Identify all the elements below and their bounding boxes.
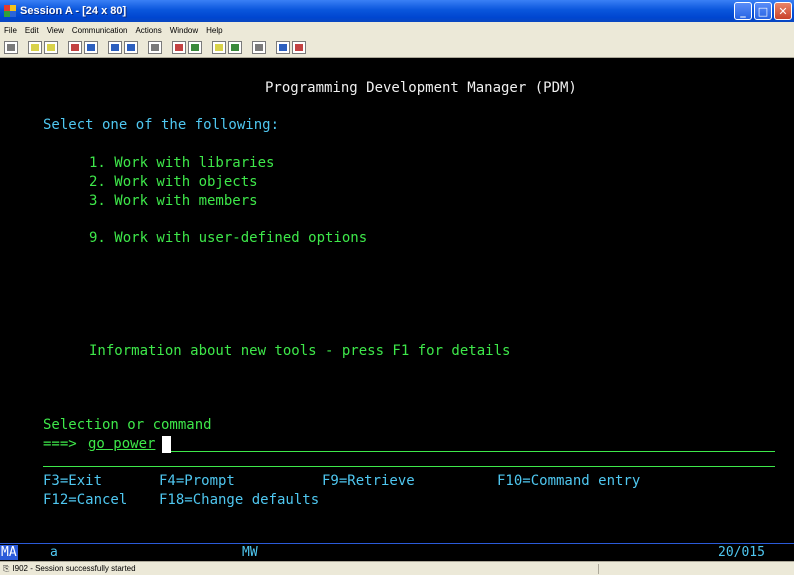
close-icon: ✕ — [778, 4, 788, 18]
toolbar-separator — [204, 41, 210, 54]
fkey-f18-change-defaults[interactable]: F18=Change defaults — [159, 491, 319, 510]
command-input[interactable]: go power — [88, 435, 155, 454]
display-icon[interactable] — [108, 41, 122, 54]
screen-title: Programming Development Manager (PDM) — [265, 80, 577, 96]
select-prompt: Select one of the following: — [43, 117, 280, 133]
menu-view[interactable]: View — [43, 26, 68, 35]
toolbar — [0, 38, 794, 58]
send-icon[interactable] — [68, 41, 82, 54]
status-field-a: a — [50, 545, 58, 560]
receive-icon[interactable] — [84, 41, 98, 54]
input-field-underline — [171, 451, 775, 452]
text-cursor — [162, 436, 171, 453]
statusbar-divider — [598, 564, 599, 574]
globe-icon[interactable] — [276, 41, 290, 54]
status-indicator-ma: MA — [0, 545, 18, 560]
menu-communication[interactable]: Communication — [68, 26, 132, 35]
maximize-button[interactable]: □ — [754, 2, 772, 20]
info-message: Information about new tools - press F1 f… — [89, 343, 511, 359]
fkey-f12-cancel[interactable]: F12=Cancel — [43, 491, 127, 510]
menu-edit[interactable]: Edit — [21, 26, 43, 35]
minimize-icon: _ — [740, 4, 746, 18]
command-arrow: ===> — [43, 436, 77, 452]
play-macro-icon[interactable] — [188, 41, 202, 54]
status-message: I902 - Session successfully started — [12, 564, 136, 573]
menu-file[interactable]: File — [0, 26, 21, 35]
selection-label: Selection or command — [43, 417, 212, 433]
stop-macro-icon[interactable] — [212, 41, 226, 54]
copy-icon[interactable] — [28, 41, 42, 54]
toolbar-separator — [244, 41, 250, 54]
print-screen-icon[interactable] — [4, 41, 18, 54]
toolbar-separator — [140, 41, 146, 54]
option-libraries: 1. Work with libraries — [89, 155, 275, 171]
record-macro-icon[interactable] — [172, 41, 186, 54]
session-icon — [4, 5, 16, 17]
help-icon[interactable] — [292, 41, 306, 54]
window-status-bar: ⎘ I902 - Session successfully started — [0, 561, 794, 575]
terminal-screen[interactable]: Programming Development Manager (PDM) Se… — [7, 60, 787, 542]
window-title: Session A - [24 x 80] — [20, 5, 127, 17]
maximize-icon: □ — [757, 4, 769, 18]
fkey-f9-retrieve[interactable]: F9=Retrieve — [322, 472, 415, 491]
fkey-f3-exit[interactable]: F3=Exit — [43, 472, 102, 491]
option-user-defined: 9. Work with user-defined options — [89, 230, 368, 246]
keyboard-icon[interactable] — [124, 41, 138, 54]
fkey-f4-prompt[interactable]: F4=Prompt — [159, 472, 235, 491]
fkey-f10-command-entry[interactable]: F10=Command entry — [497, 472, 640, 491]
toolbar-separator — [164, 41, 170, 54]
menu-help[interactable]: Help — [202, 26, 226, 35]
menu-actions[interactable]: Actions — [131, 26, 165, 35]
toolbar-separator — [60, 41, 66, 54]
operator-status-line: MA a MW 20/015 — [0, 543, 794, 561]
toolbar-separator — [20, 41, 26, 54]
toolbar-separator — [268, 41, 274, 54]
disconnect-icon[interactable] — [252, 41, 266, 54]
clear-icon[interactable] — [148, 41, 162, 54]
minimize-button[interactable]: _ — [734, 2, 752, 20]
option-members: 3. Work with members — [89, 193, 258, 209]
toolbar-separator — [100, 41, 106, 54]
paste-icon[interactable] — [44, 41, 58, 54]
status-field-mw: MW — [242, 545, 258, 560]
connection-icon: ⎘ — [3, 563, 10, 573]
title-bar[interactable]: Session A - [24 x 80] _ □ ✕ — [0, 0, 794, 22]
macro-list-icon[interactable] — [228, 41, 242, 54]
option-objects: 2. Work with objects — [89, 174, 258, 190]
cursor-position: 20/015 — [718, 545, 765, 560]
close-button[interactable]: ✕ — [774, 2, 792, 20]
function-key-divider — [43, 466, 775, 467]
menu-window[interactable]: Window — [166, 26, 202, 35]
menu-bar: File Edit View Communication Actions Win… — [0, 22, 794, 38]
